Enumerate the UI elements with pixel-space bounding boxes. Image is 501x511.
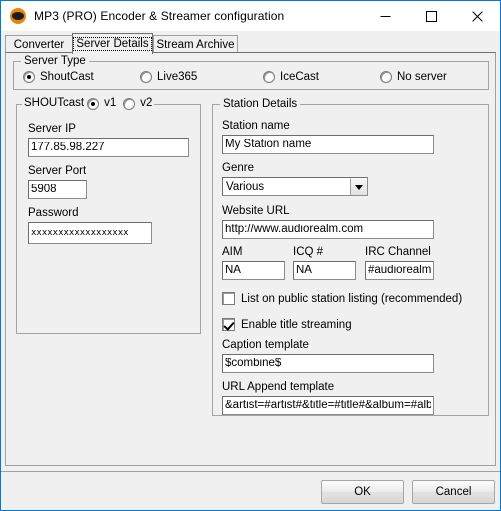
password-label: Password — [28, 207, 79, 219]
irc-channel-label: IRC Channel — [365, 246, 431, 258]
radio-v1-dot — [87, 97, 100, 110]
cancel-button[interactable]: Cancel — [412, 480, 495, 504]
caption-template-input[interactable]: $combine$ — [222, 354, 434, 373]
list-public-checkbox-box — [222, 292, 235, 305]
cancel-button-label: Cancel — [435, 486, 472, 498]
radio-v1[interactable]: v1 — [87, 97, 116, 110]
caption-template-label: Caption template — [222, 339, 309, 351]
server-ip-input[interactable]: 177.85.98.227 — [28, 138, 189, 157]
tab-stream-archive[interactable]: Stream Archive — [153, 35, 238, 53]
tab-strip: Converter Server Details Stream Archive — [5, 33, 498, 54]
server-type-group: Server Type ShoutCast Live365 IceCast No… — [13, 55, 489, 90]
genre-label: Genre — [222, 162, 254, 174]
tab-converter-label: Converter — [13, 38, 65, 51]
url-append-template-input[interactable]: &artist=#artist#&title=#title#&album=#al… — [222, 396, 434, 415]
radio-shoutcast-dot — [23, 71, 35, 83]
window-title: MP3 (PRO) Encoder & Streamer configurati… — [34, 9, 285, 23]
radio-v1-label: v1 — [104, 97, 117, 109]
radio-no-server-label: No server — [397, 71, 447, 83]
minimize-button[interactable] — [362, 1, 408, 31]
server-ip-label: Server IP — [28, 123, 76, 135]
icq-label: ICQ # — [293, 246, 324, 258]
radio-no-server[interactable]: No server — [380, 71, 447, 83]
station-name-input[interactable]: My Station name — [222, 135, 434, 154]
server-details-page: Server Type ShoutCast Live365 IceCast No… — [5, 52, 496, 466]
radio-live365-dot — [140, 71, 152, 83]
chevron-down-icon[interactable] — [350, 178, 367, 195]
website-url-input[interactable]: http://www.audiorealm.com — [222, 220, 434, 239]
maximize-button[interactable] — [408, 1, 454, 31]
ok-button-label: OK — [354, 486, 371, 498]
password-input[interactable]: xxxxxxxxxxxxxxxxxx — [28, 222, 152, 244]
radio-v2-label: v2 — [140, 97, 153, 109]
icq-value: NA — [296, 264, 312, 276]
footer-button-bar: OK Cancel — [1, 472, 500, 510]
radio-shoutcast-label: ShoutCast — [40, 71, 94, 83]
station-name-label: Station name — [222, 120, 290, 132]
radio-shoutcast[interactable]: ShoutCast — [23, 71, 94, 83]
aim-value: NA — [225, 264, 241, 276]
server-type-legend: Server Type — [21, 55, 89, 67]
website-url-label: Website URL — [222, 205, 290, 217]
radio-live365[interactable]: Live365 — [140, 71, 197, 83]
radio-live365-label: Live365 — [157, 71, 198, 83]
radio-icecast-label: IceCast — [280, 71, 319, 83]
radio-no-server-dot — [380, 71, 392, 83]
irc-channel-value: #audiorealm — [368, 264, 431, 276]
server-port-label: Server Port — [28, 165, 87, 177]
radio-icecast-dot — [263, 71, 275, 83]
station-details-group: Station Details Station name My Station … — [212, 98, 489, 416]
title-streaming-checkbox-label: Enable title streaming — [241, 318, 352, 331]
website-url-value: http://www.audiorealm.com — [225, 223, 364, 235]
icq-input[interactable]: NA — [293, 261, 356, 280]
aim-label: AIM — [222, 246, 243, 258]
radio-v2[interactable]: v2 — [123, 97, 152, 110]
config-window: MP3 (PRO) Encoder & Streamer configurati… — [0, 0, 501, 511]
password-value: xxxxxxxxxxxxxxxxxx — [31, 228, 129, 238]
url-append-template-value: &artist=#artist#&title=#title#&album=#al… — [225, 399, 431, 411]
radio-icecast[interactable]: IceCast — [263, 71, 319, 83]
shoutcast-legend: SHOUTcast — [24, 97, 85, 109]
genre-value: Various — [226, 180, 265, 193]
window-controls — [362, 1, 500, 31]
irc-channel-input[interactable]: #audiorealm — [365, 261, 434, 280]
title-streaming-checkbox-box — [222, 318, 235, 331]
caption-template-value: $combine$ — [225, 357, 282, 369]
aim-input[interactable]: NA — [222, 261, 285, 280]
server-port-value: 5908 — [31, 183, 57, 195]
shoutcast-legend-row: SHOUTcast v1 v2 — [22, 97, 155, 110]
radio-v2-dot — [123, 97, 136, 110]
url-append-template-label: URL Append template — [222, 381, 335, 393]
tab-converter[interactable]: Converter — [5, 35, 73, 53]
genre-combobox[interactable]: Various — [222, 177, 368, 196]
close-button[interactable] — [454, 1, 500, 31]
ok-button[interactable]: OK — [321, 480, 404, 504]
server-port-input[interactable]: 5908 — [28, 180, 87, 199]
tab-server-details[interactable]: Server Details — [72, 33, 153, 54]
tab-stream-archive-label: Stream Archive — [156, 38, 235, 51]
station-details-legend: Station Details — [220, 98, 301, 110]
app-disc-icon — [10, 8, 26, 24]
title-streaming-checkbox[interactable]: Enable title streaming — [222, 318, 352, 331]
list-public-checkbox[interactable]: List on public station listing (recommen… — [222, 292, 462, 305]
list-public-checkbox-label: List on public station listing (recommen… — [241, 292, 463, 305]
shoutcast-group: SHOUTcast v1 v2 Server IP 177.85.98.227 … — [16, 97, 201, 334]
station-name-value: My Station name — [225, 138, 312, 150]
tab-server-details-label: Server Details — [73, 37, 152, 51]
title-bar: MP3 (PRO) Encoder & Streamer configurati… — [1, 1, 500, 31]
server-ip-value: 177.85.98.227 — [31, 141, 105, 153]
